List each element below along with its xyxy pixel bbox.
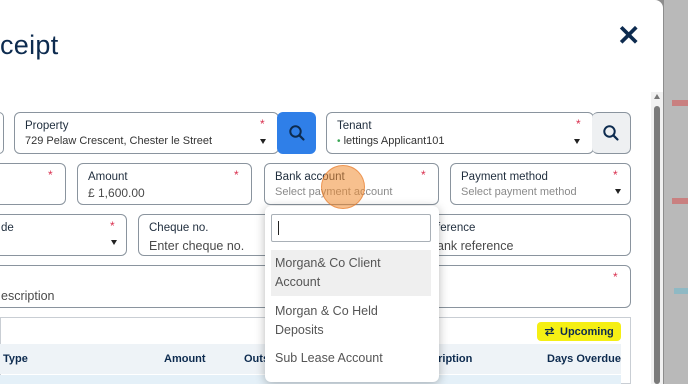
scroll-up-icon[interactable]	[654, 94, 660, 99]
bank-reference-label: ference	[437, 222, 476, 234]
background-page-strip	[664, 0, 688, 384]
close-icon[interactable]: ✕	[617, 22, 640, 50]
required-marker: *	[234, 168, 239, 182]
swap-arrows-icon	[544, 326, 555, 337]
property-field[interactable]: Property * 729 Pelaw Crescent, Chester l…	[14, 112, 279, 154]
dropdown-search-input[interactable]	[271, 214, 431, 242]
tenant-search-button[interactable]	[592, 112, 631, 154]
property-label: Property	[25, 120, 69, 132]
modal-scrollbar[interactable]	[651, 92, 663, 384]
required-marker: *	[576, 117, 581, 131]
payment-method-label: Payment method	[461, 171, 548, 183]
amount-field[interactable]: Amount * £ 1,600.00	[77, 163, 252, 205]
cheque-label: Cheque no.	[149, 222, 209, 234]
option-label-line1: Sub Lease Account	[275, 351, 383, 365]
column-header-type[interactable]: Type	[3, 353, 28, 365]
property-search-button[interactable]	[277, 112, 316, 154]
amount-label: Amount	[88, 171, 128, 183]
search-icon	[603, 125, 619, 141]
caret-down-icon[interactable]	[260, 139, 266, 144]
tenant-value: • lettings Applicant101	[337, 135, 445, 147]
tenant-field[interactable]: Tenant * • lettings Applicant101	[326, 112, 594, 154]
search-icon	[288, 125, 305, 141]
amount-value: £ 1,600.00	[88, 186, 145, 200]
bank-account-dropdown: Morgan& Co Client Account Morgan & Co He…	[265, 206, 439, 382]
dropdown-option[interactable]: Morgan & Co Held Deposits	[271, 300, 431, 344]
dropdown-option[interactable]: Sub Lease Account	[271, 349, 431, 373]
bank-reference-field[interactable]: ference ank reference	[420, 214, 631, 256]
required-marker: *	[110, 219, 115, 233]
background-marker	[672, 100, 688, 106]
upcoming-badge[interactable]: Upcoming	[537, 322, 621, 341]
payment-method-field[interactable]: Payment method * Select payment method	[450, 163, 631, 205]
caret-down-icon[interactable]	[615, 189, 621, 194]
left-row2-field[interactable]: *	[0, 163, 66, 205]
option-label-line1: Morgan & Co Held	[275, 304, 378, 318]
caret-down-icon[interactable]	[111, 240, 117, 245]
option-label-line2: Account	[275, 275, 321, 289]
required-marker: *	[260, 117, 265, 131]
cheque-placeholder: Enter cheque no.	[149, 239, 245, 253]
modal-title: ceipt	[0, 30, 59, 60]
property-value: 729 Pelaw Crescent, Chester le Street	[25, 135, 213, 147]
required-marker: *	[613, 270, 618, 284]
left-partial-field[interactable]	[0, 112, 4, 154]
left-row3-label: de	[1, 222, 14, 234]
payment-method-placeholder: Select payment method	[461, 186, 577, 198]
option-label-line2: Deposits	[275, 323, 324, 337]
tenant-value-text: lettings Applicant101	[343, 135, 445, 147]
bank-reference-placeholder: ank reference	[437, 239, 514, 253]
receipt-modal: ceipt ✕ Property * 729 Pelaw Crescent, C…	[0, 0, 663, 384]
click-indicator	[321, 165, 365, 209]
required-marker: *	[48, 168, 53, 182]
option-label-line1: Morgan& Co Client	[275, 256, 381, 270]
background-marker	[672, 198, 688, 204]
caret-down-icon[interactable]	[574, 139, 580, 144]
column-header-amount[interactable]: Amount	[164, 353, 206, 365]
background-marker	[674, 288, 688, 294]
tenant-label: Tenant	[337, 120, 372, 132]
upcoming-badge-label: Upcoming	[560, 325, 614, 338]
required-marker: *	[421, 168, 426, 182]
scrollbar-thumb[interactable]	[654, 106, 660, 384]
dropdown-option[interactable]: Morgan& Co Client Account	[271, 250, 431, 296]
left-row3-field[interactable]: de *	[0, 214, 127, 256]
column-header-days-overdue[interactable]: Days Overdue	[547, 353, 621, 365]
status-dot: •	[337, 136, 341, 147]
required-marker: *	[613, 168, 618, 182]
text-cursor	[278, 221, 279, 235]
description-placeholder: escription	[1, 289, 55, 303]
